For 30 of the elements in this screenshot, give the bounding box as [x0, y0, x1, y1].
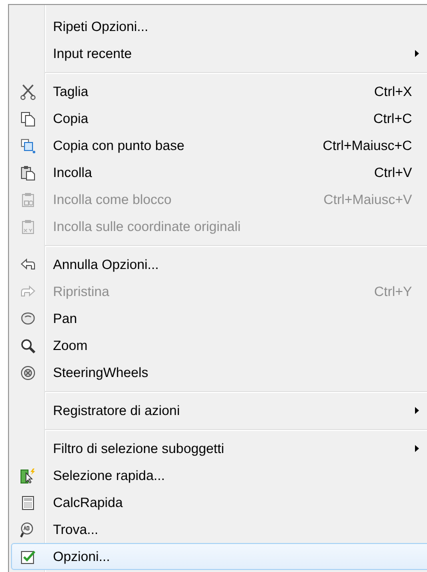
menu-item[interactable]: Incolla Ctrl+V [11, 159, 427, 186]
menu-item[interactable]: Input recente [11, 40, 427, 67]
menu-item[interactable]: Pan [11, 305, 427, 332]
menu-item[interactable]: Annulla Opzioni... [11, 251, 427, 278]
menu-item[interactable]: Selezione rapida... [11, 462, 427, 489]
menu-item[interactable]: Zoom [11, 332, 427, 359]
menu-item[interactable]: CalcRapida [11, 489, 427, 516]
quick-select-icon [20, 468, 36, 484]
scissors-icon [20, 84, 36, 100]
copy-base-icon [20, 138, 36, 154]
menu-item[interactable]: Taglia Ctrl+X [11, 78, 427, 105]
menu-item[interactable]: Opzioni... [11, 543, 427, 570]
find-text-icon [20, 522, 36, 538]
menu-item[interactable]: SteeringWheels [11, 359, 427, 386]
paste-icon [20, 164, 36, 180]
paste-block-icon [20, 192, 36, 208]
wheel-icon [20, 364, 36, 380]
menu-item[interactable]: Copia Ctrl+C [11, 105, 427, 132]
menu-item[interactable]: Trova... [11, 516, 427, 543]
copy-icon [20, 110, 36, 126]
paste-coordinates-icon [20, 218, 36, 234]
calculator-icon [20, 494, 36, 510]
search-icon [20, 338, 36, 354]
menu-item[interactable]: Registratore di azioni [11, 397, 427, 424]
menu-item[interactable]: Filtro di selezione suboggetti [11, 435, 427, 462]
redo-arrow-icon [20, 284, 36, 300]
menu-item[interactable]: Ripeti Opzioni... [11, 13, 427, 40]
undo-arrow-icon [20, 256, 36, 272]
checkbox-icon [20, 548, 36, 564]
menu-item[interactable]: Copia con punto base Ctrl+Maiusc+C [11, 132, 427, 159]
